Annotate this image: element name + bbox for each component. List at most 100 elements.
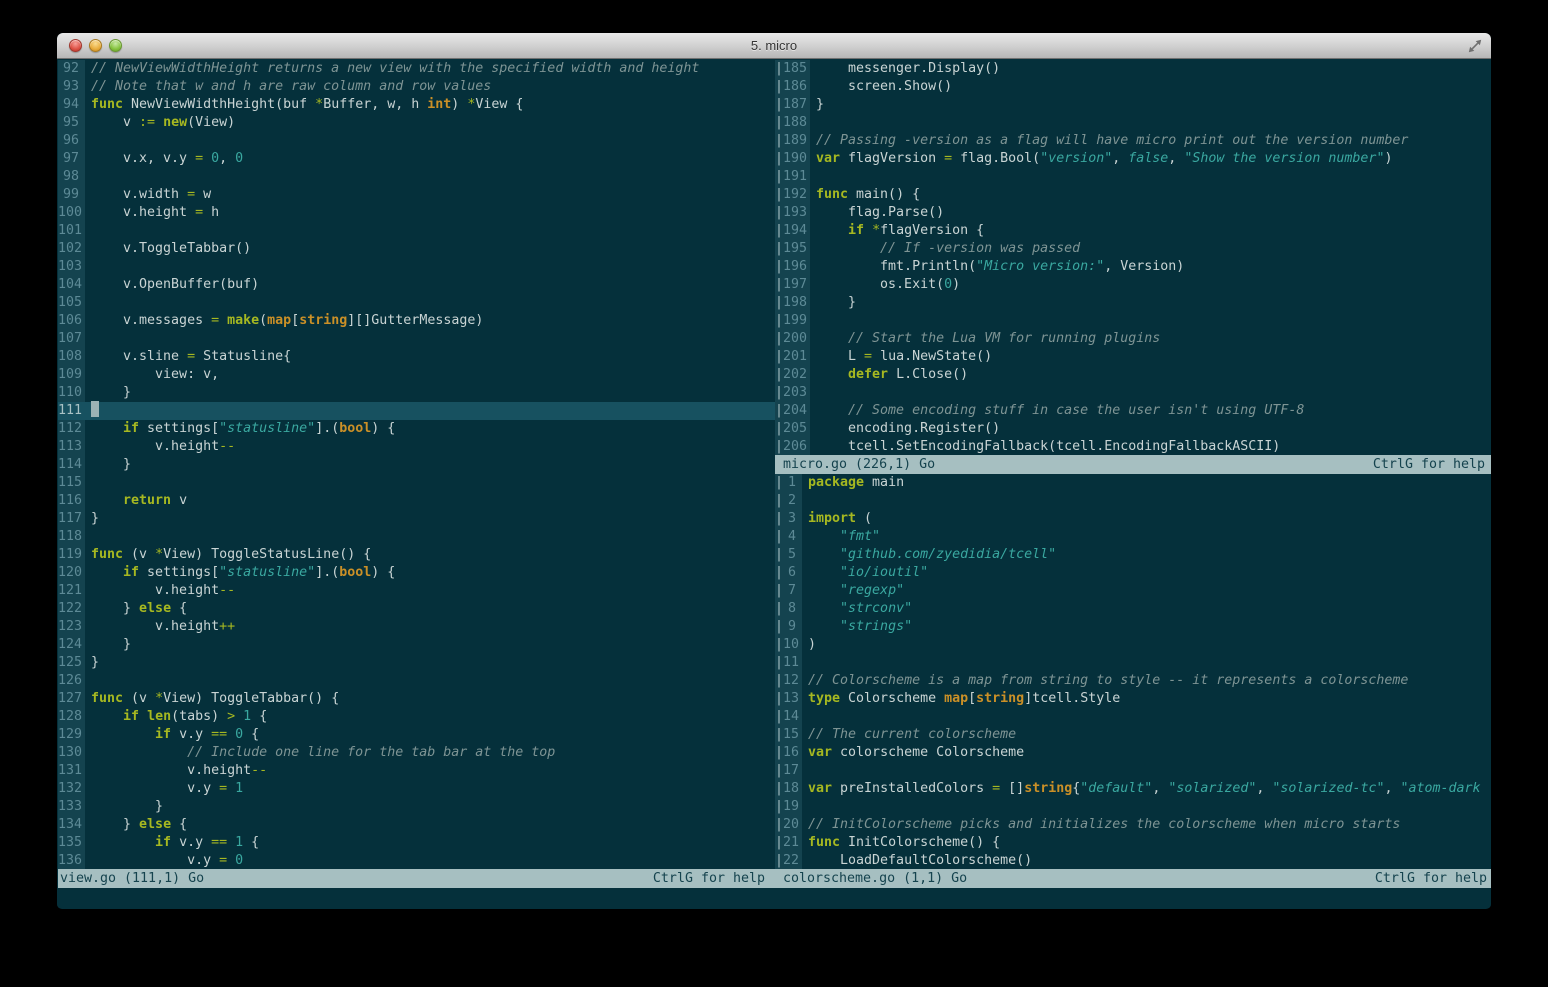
code-line[interactable]: 121 v.height--: [58, 582, 775, 600]
code-line[interactable]: 105: [58, 294, 775, 312]
code-line[interactable]: 133 }: [58, 798, 775, 816]
code-line[interactable]: 115: [58, 474, 775, 492]
code-line[interactable]: 119 func (v *View) ToggleStatusLine() {: [58, 546, 775, 564]
code-line[interactable]: 100 v.height = h: [58, 204, 775, 222]
code-line[interactable]: |192 func main() {: [775, 186, 1491, 204]
code-line[interactable]: |194 if *flagVersion {: [775, 222, 1491, 240]
code-line[interactable]: | 7 "regexp": [775, 582, 1491, 600]
code-line[interactable]: 109 view: v,: [58, 366, 775, 384]
code-line[interactable]: |203: [775, 384, 1491, 402]
code-line[interactable]: 99 v.width = w: [58, 186, 775, 204]
code-line[interactable]: 104 v.OpenBuffer(buf): [58, 276, 775, 294]
code-line[interactable]: 129 if v.y == 0 {: [58, 726, 775, 744]
code-line[interactable]: |18 var preInstalledColors = []string{"de…: [775, 780, 1491, 798]
code-line[interactable]: 108 v.sline = Statusline{: [58, 348, 775, 366]
code-line[interactable]: |189 // Passing -version as a flag will h…: [775, 132, 1491, 150]
code-line[interactable]: |199: [775, 312, 1491, 330]
code-line[interactable]: |202 defer L.Close(): [775, 366, 1491, 384]
code-line[interactable]: 116 return v: [58, 492, 775, 510]
code-line[interactable]: 114 }: [58, 456, 775, 474]
code-line[interactable]: 123 v.height++: [58, 618, 775, 636]
fullscreen-icon[interactable]: [1468, 39, 1482, 53]
code-line[interactable]: |196 fmt.Println("Micro version:", Versi…: [775, 258, 1491, 276]
code-line[interactable]: |10): [775, 636, 1491, 654]
code-line[interactable]: 131 v.height--: [58, 762, 775, 780]
code-line[interactable]: 136 v.y = 0: [58, 852, 775, 870]
code-line[interactable]: 93 // Note that w and h are raw column an…: [58, 78, 775, 96]
code-line[interactable]: | 4 "fmt": [775, 528, 1491, 546]
code-line[interactable]: 97 v.x, v.y = 0, 0: [58, 150, 775, 168]
code-line[interactable]: |17: [775, 762, 1491, 780]
code-line[interactable]: 92 // NewViewWidthHeight returns a new vi…: [58, 60, 775, 78]
code-line[interactable]: 110 }: [58, 384, 775, 402]
code-line[interactable]: 98: [58, 168, 775, 186]
code-line[interactable]: | 3 import (: [775, 510, 1491, 528]
code-line[interactable]: |14: [775, 708, 1491, 726]
code-line[interactable]: |198 }: [775, 294, 1491, 312]
code-line[interactable]: |204 // Some encoding stuff in case the …: [775, 402, 1491, 420]
code-line[interactable]: 107: [58, 330, 775, 348]
code-line[interactable]: |186 screen.Show(): [775, 78, 1491, 96]
editor-pane-colorscheme-go[interactable]: | 1 package main | 2 | 3 import (| 4 "fmt" | 5 "gi…: [775, 474, 1491, 870]
window-titlebar[interactable]: 5. micro: [57, 33, 1491, 59]
code-line[interactable]: 125}: [58, 654, 775, 672]
editor-pane-micro-go[interactable]: |185 messenger.Display() |186 screen.Show…: [775, 60, 1491, 456]
code-line[interactable]: 132 v.y = 1: [58, 780, 775, 798]
code-text: } else {: [91, 601, 188, 616]
code-line[interactable]: |195 // If -version was passed: [775, 240, 1491, 258]
code-line[interactable]: |200 // Start the Lua VM for running plu…: [775, 330, 1491, 348]
code-line[interactable]: 134 } else {: [58, 816, 775, 834]
line-number: 9: [783, 618, 802, 636]
code-line[interactable]: |15 // The current colorscheme: [775, 726, 1491, 744]
code-line[interactable]: 112 if settings["statusline"].(bool) {: [58, 420, 775, 438]
code-line-current[interactable]: 111: [58, 401, 775, 420]
split-divider: |: [775, 672, 784, 690]
code-line[interactable]: |205 encoding.Register(): [775, 420, 1491, 438]
line-number: 11: [783, 654, 802, 672]
code-line[interactable]: |13 type Colorscheme map[string]tcell.Sty…: [775, 690, 1491, 708]
code-line[interactable]: |188: [775, 114, 1491, 132]
code-line[interactable]: 124 }: [58, 636, 775, 654]
line-number: 119: [58, 546, 85, 564]
code-line[interactable]: 120 if settings["statusline"].(bool) {: [58, 564, 775, 582]
code-line[interactable]: |20 // InitColorscheme picks and initiali…: [775, 816, 1491, 834]
editor-pane-view-go[interactable]: 92 // NewViewWidthHeight returns a new vi…: [58, 60, 775, 870]
code-line[interactable]: |16 var colorscheme Colorscheme: [775, 744, 1491, 762]
code-line[interactable]: 117}: [58, 510, 775, 528]
code-line[interactable]: |11: [775, 654, 1491, 672]
code-line[interactable]: |190 var flagVersion = flag.Bool("version…: [775, 150, 1491, 168]
code-line[interactable]: | 9 "strings": [775, 618, 1491, 636]
code-line[interactable]: 113 v.height--: [58, 438, 775, 456]
code-line[interactable]: 101: [58, 222, 775, 240]
code-line[interactable]: |191: [775, 168, 1491, 186]
code-line[interactable]: 126: [58, 672, 775, 690]
code-line[interactable]: 106 v.messages = make(map[string][]Gutte…: [58, 312, 775, 330]
code-line[interactable]: 102 v.ToggleTabbar(): [58, 240, 775, 258]
code-line[interactable]: 96: [58, 132, 775, 150]
code-line[interactable]: | 8 "strconv": [775, 600, 1491, 618]
code-line[interactable]: |21 func InitColorscheme() {: [775, 834, 1491, 852]
code-line[interactable]: | 6 "io/ioutil": [775, 564, 1491, 582]
code-line[interactable]: 128 if len(tabs) > 1 {: [58, 708, 775, 726]
code-line[interactable]: |206 tcell.SetEncodingFallback(tcell.Enc…: [775, 438, 1491, 456]
code-line[interactable]: |193 flag.Parse(): [775, 204, 1491, 222]
code-line[interactable]: 95 v := new(View): [58, 114, 775, 132]
code-line[interactable]: 127 func (v *View) ToggleTabbar() {: [58, 690, 775, 708]
code-line[interactable]: 122 } else {: [58, 600, 775, 618]
code-line[interactable]: |187}: [775, 96, 1491, 114]
code-line[interactable]: |19: [775, 798, 1491, 816]
code-line[interactable]: 118: [58, 528, 775, 546]
code-line[interactable]: |201 L = lua.NewState(): [775, 348, 1491, 366]
code-line[interactable]: |197 os.Exit(0): [775, 276, 1491, 294]
code-line[interactable]: 135 if v.y == 1 {: [58, 834, 775, 852]
code-line[interactable]: 94 func NewViewWidthHeight(buf *Buffer, w…: [58, 96, 775, 114]
code-line[interactable]: | 2: [775, 492, 1491, 510]
code-line[interactable]: |185 messenger.Display(): [775, 60, 1491, 78]
code-line[interactable]: |12 // Colorscheme is a map from string t…: [775, 672, 1491, 690]
code-line[interactable]: | 1 package main: [775, 474, 1491, 492]
code-line[interactable]: | 5 "github.com/zyedidia/tcell": [775, 546, 1491, 564]
code-line[interactable]: 103: [58, 258, 775, 276]
code-line[interactable]: |22 LoadDefaultColorscheme(): [775, 852, 1491, 870]
code-line[interactable]: 130 // Include one line for the tab bar …: [58, 744, 775, 762]
split-divider: |: [775, 78, 784, 96]
